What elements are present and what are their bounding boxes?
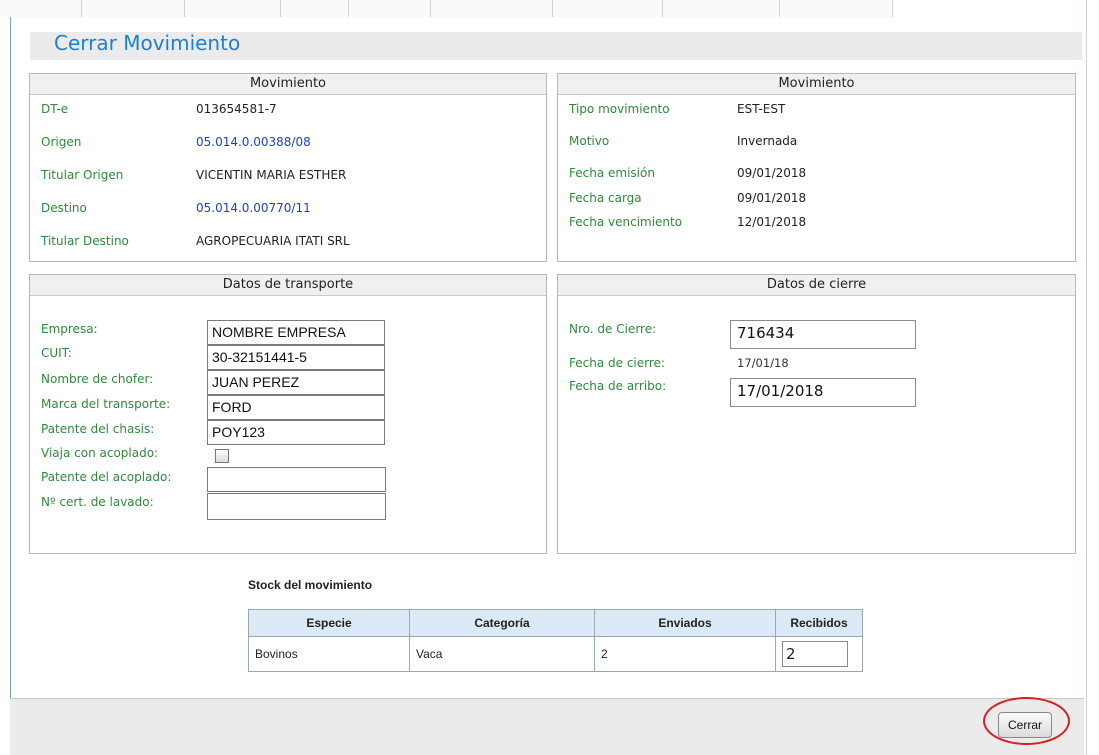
- tab-3[interactable]: [185, 0, 281, 17]
- stock-title: Stock del movimiento: [248, 578, 373, 592]
- table-row: Bovinos Vaca 2 2: [248, 636, 863, 672]
- motivo-label: Motivo: [569, 134, 610, 148]
- patente-acoplado-label: Patente del acoplado:: [41, 470, 172, 484]
- origen-label: Origen: [41, 135, 82, 149]
- cell-especie: Bovinos: [248, 636, 410, 672]
- acoplado-checkbox[interactable]: [215, 449, 229, 463]
- cuit-field[interactable]: 30-32151441-5: [207, 345, 385, 370]
- fecha-arribo-label: Fecha de arribo:: [569, 379, 667, 393]
- panel-header: Datos de transporte: [30, 275, 546, 296]
- cell-categoria: Vaca: [409, 636, 595, 672]
- destino-label: Destino: [41, 201, 87, 215]
- cuit-label: CUIT:: [41, 346, 72, 360]
- tab-7[interactable]: [553, 0, 663, 17]
- fecha-cierre-value: 17/01/18: [737, 356, 789, 370]
- motivo-value: Invernada: [737, 134, 798, 148]
- lavado-label: Nº cert. de lavado:: [41, 495, 154, 509]
- col-categoria: Categoría: [409, 609, 595, 637]
- panel-header: Movimiento: [558, 74, 1075, 95]
- nro-cierre-field[interactable]: 716434: [730, 320, 916, 349]
- fecha-cierre-label: Fecha de cierre:: [569, 356, 665, 370]
- col-especie: Especie: [248, 609, 410, 637]
- dte-value: 013654581-7: [196, 102, 277, 116]
- marca-label: Marca del transporte:: [41, 397, 171, 411]
- nro-cierre-label: Nro. de Cierre:: [569, 322, 657, 336]
- destino-link[interactable]: 05.014.0.00770/11: [196, 201, 311, 215]
- fecha-emision-value: 09/01/2018: [737, 166, 807, 180]
- titular-origen-value: VICENTIN MARIA ESTHER: [196, 168, 347, 182]
- fecha-carga-label: Fecha carga: [569, 191, 642, 205]
- footer-bar: [10, 698, 1084, 755]
- patente-acoplado-field[interactable]: [207, 467, 386, 492]
- origen-link[interactable]: 05.014.0.00388/08: [196, 135, 311, 149]
- tab-8[interactable]: [663, 0, 780, 17]
- page-title: Cerrar Movimiento: [54, 31, 241, 55]
- tipo-movimiento-value: EST-EST: [737, 102, 786, 116]
- patente-chasis-label: Patente del chasis:: [41, 422, 155, 436]
- tab-9[interactable]: [780, 0, 893, 17]
- chofer-field[interactable]: JUAN PEREZ: [207, 370, 385, 395]
- fecha-vencimiento-label: Fecha vencimiento: [569, 215, 683, 229]
- cell-enviados: 2: [594, 636, 776, 672]
- cell-recibidos: 2: [775, 636, 863, 672]
- fecha-emision-label: Fecha emisión: [569, 166, 655, 180]
- right-border: [1086, 0, 1087, 755]
- empresa-field[interactable]: NOMBRE EMPRESA: [207, 320, 385, 345]
- cierre-panel: Datos de cierre: [557, 274, 1076, 554]
- tipo-movimiento-label: Tipo movimiento: [569, 102, 670, 116]
- empresa-label: Empresa:: [41, 322, 98, 336]
- panel-header: Datos de cierre: [558, 275, 1075, 296]
- top-tab-strip: [0, 0, 893, 17]
- col-recibidos: Recibidos: [775, 609, 863, 637]
- panel-header: Movimiento: [30, 74, 546, 95]
- dte-label: DT-e: [41, 102, 69, 116]
- acoplado-label: Viaja con acoplado:: [41, 446, 159, 460]
- lavado-field[interactable]: [207, 493, 386, 520]
- stock-header-row: Especie Categoría Enviados Recibidos: [248, 609, 863, 637]
- patente-chasis-field[interactable]: POY123: [207, 420, 385, 445]
- tab-6[interactable]: [431, 0, 553, 17]
- tab-5[interactable]: [349, 0, 431, 17]
- left-border: [10, 17, 11, 755]
- titular-origen-label: Titular Origen: [41, 168, 124, 182]
- tab-1[interactable]: [0, 0, 82, 17]
- stock-table: Especie Categoría Enviados Recibidos Bov…: [248, 609, 863, 672]
- recibidos-input[interactable]: 2: [782, 641, 848, 667]
- titular-destino-label: Titular Destino: [41, 234, 129, 248]
- chofer-label: Nombre de chofer:: [41, 372, 154, 386]
- tab-4[interactable]: [281, 0, 349, 17]
- fecha-vencimiento-value: 12/01/2018: [737, 215, 807, 229]
- tab-2[interactable]: [82, 0, 185, 17]
- highlight-ring: [983, 697, 1070, 745]
- col-enviados: Enviados: [594, 609, 776, 637]
- titular-destino-value: AGROPECUARIA ITATI SRL: [196, 234, 350, 248]
- marca-field[interactable]: FORD: [207, 395, 385, 420]
- fecha-carga-value: 09/01/2018: [737, 191, 807, 205]
- fecha-arribo-field[interactable]: 17/01/2018: [730, 378, 916, 407]
